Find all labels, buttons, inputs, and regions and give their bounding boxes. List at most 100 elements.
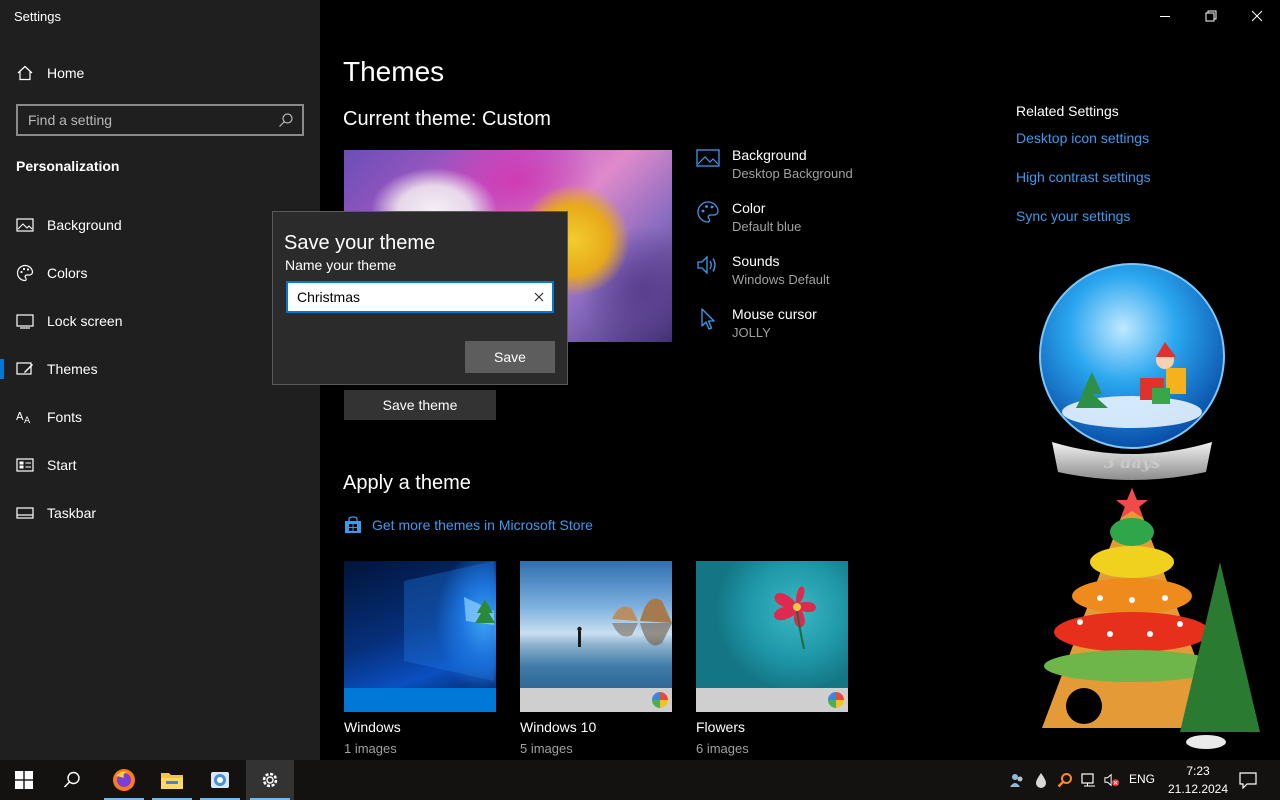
theme-color-strip — [344, 688, 496, 712]
app-button[interactable] — [196, 760, 244, 800]
store-link[interactable]: Get more themes in Microsoft Store — [344, 516, 593, 534]
pref-title: Sounds — [732, 253, 780, 269]
sidebar-item-label: Home — [47, 65, 85, 81]
sidebar-item-label: Start — [47, 457, 77, 473]
sidebar-item-label: Lock screen — [47, 313, 123, 329]
taskbar-icon — [16, 504, 34, 522]
theme-image-count: 1 images — [344, 741, 397, 756]
theme-name-field[interactable] — [286, 281, 554, 313]
apply-theme-heading: Apply a theme — [343, 472, 471, 494]
page-title: Themes — [343, 56, 445, 87]
settings-button[interactable] — [246, 760, 294, 800]
save-theme-dialog: Save your theme Name your theme Save — [272, 211, 568, 385]
pref-value: Desktop Background — [732, 166, 853, 181]
theme-image-count: 5 images — [520, 741, 573, 756]
restore-icon — [1205, 10, 1217, 22]
selection-indicator — [0, 359, 4, 379]
save-theme-button[interactable]: Save theme — [344, 390, 496, 420]
theme-name-input[interactable] — [288, 283, 528, 311]
themes-icon — [16, 360, 34, 378]
pref-color[interactable]: Color Default blue — [696, 200, 896, 240]
minimize-icon — [1160, 16, 1170, 17]
network-icon[interactable] — [1081, 772, 1097, 788]
theme-name: Flowers — [696, 719, 746, 735]
store-icon — [344, 516, 362, 534]
theme-color-strip — [520, 688, 672, 712]
dialog-save-button[interactable]: Save — [465, 341, 555, 373]
firefox-button[interactable] — [100, 760, 148, 800]
pref-value: Windows Default — [732, 272, 830, 287]
firefox-icon — [113, 769, 135, 791]
clock-time[interactable]: 7:23 — [1176, 764, 1220, 778]
pref-mouse-cursor[interactable]: Mouse cursor JOLLY — [696, 306, 896, 346]
file-explorer-icon — [161, 773, 183, 789]
dialog-label: Name your theme — [285, 257, 397, 273]
pref-background[interactable]: Background Desktop Background — [696, 147, 896, 187]
start-icon — [15, 771, 33, 789]
sidebar-item-label: Fonts — [47, 409, 83, 425]
lock-screen-icon — [16, 312, 34, 330]
pref-sounds[interactable]: Sounds Windows Default — [696, 253, 896, 293]
current-theme-heading: Current theme: Custom — [343, 108, 551, 130]
restore-button[interactable] — [1188, 0, 1234, 32]
high-contrast-settings-link[interactable]: High contrast settings — [1016, 169, 1151, 185]
christmas-gadget: 3 days — [1020, 262, 1260, 752]
sidebar-item-fonts[interactable]: AA Fonts — [0, 397, 320, 437]
theme-card-windows-10[interactable]: Windows 10 5 images — [520, 561, 672, 756]
pref-title: Background — [732, 147, 807, 163]
theme-color-strip — [696, 688, 848, 712]
color-wheel-icon — [828, 692, 844, 708]
clear-icon[interactable] — [532, 290, 546, 304]
countdown-label: 3 days — [1104, 453, 1161, 472]
action-center-icon[interactable] — [1239, 771, 1257, 789]
network-users-icon[interactable] — [1009, 772, 1025, 788]
sidebar-item-label: Colors — [47, 265, 88, 281]
sidebar-item-label: Themes — [47, 361, 98, 377]
background-icon — [16, 216, 34, 234]
theme-thumbnail — [520, 561, 672, 712]
svg-text:A: A — [16, 410, 24, 423]
color-wheel-icon — [652, 692, 668, 708]
search-box[interactable] — [16, 104, 304, 136]
theme-thumbnail — [696, 561, 848, 712]
theme-image-count: 6 images — [696, 741, 749, 756]
pref-value: Default blue — [732, 219, 802, 234]
minimize-button[interactable] — [1142, 0, 1188, 32]
sidebar-item-taskbar[interactable]: Taskbar — [0, 493, 320, 533]
palette-icon — [16, 264, 34, 282]
close-button[interactable] — [1234, 0, 1280, 32]
theme-card-flowers[interactable]: Flowers 6 images — [696, 561, 848, 756]
dialog-title: Save your theme — [284, 232, 436, 254]
background-icon — [696, 147, 720, 171]
file-explorer-button[interactable] — [148, 760, 196, 800]
pref-value: JOLLY — [732, 325, 771, 340]
taskbar-search-button[interactable] — [48, 760, 96, 800]
theme-name: Windows 10 — [520, 719, 597, 735]
clock-date[interactable]: 21.12.2024 — [1160, 782, 1236, 796]
desktop-icon-settings-link[interactable]: Desktop icon settings — [1016, 130, 1149, 146]
taskbar: ENG 7:23 21.12.2024 — [0, 760, 1280, 800]
pref-title: Color — [732, 200, 766, 216]
start-icon — [16, 456, 34, 474]
theme-card-windows[interactable]: Windows 1 images — [344, 561, 496, 756]
settings-icon — [262, 772, 278, 788]
sidebar-item-home[interactable]: Home — [0, 53, 320, 93]
store-link-label: Get more themes in Microsoft Store — [372, 517, 593, 533]
pref-title: Mouse cursor — [732, 306, 817, 322]
section-heading: Personalization — [16, 158, 120, 174]
search-icon[interactable] — [278, 112, 294, 128]
app-icon — [211, 772, 229, 788]
droplet-icon[interactable] — [1033, 772, 1049, 788]
svg-text:A: A — [24, 416, 31, 425]
palette-icon — [696, 200, 720, 224]
speaker-icon — [696, 253, 720, 277]
search-tool-icon[interactable] — [1057, 772, 1073, 788]
sync-settings-link[interactable]: Sync your settings — [1016, 208, 1130, 224]
volume-muted-icon[interactable] — [1104, 772, 1120, 788]
close-icon — [1251, 10, 1263, 22]
start-button[interactable] — [0, 760, 48, 800]
search-input[interactable] — [18, 106, 268, 134]
sidebar-item-label: Taskbar — [47, 505, 97, 521]
sidebar-item-start[interactable]: Start — [0, 445, 320, 485]
language-indicator[interactable]: ENG — [1129, 772, 1155, 786]
